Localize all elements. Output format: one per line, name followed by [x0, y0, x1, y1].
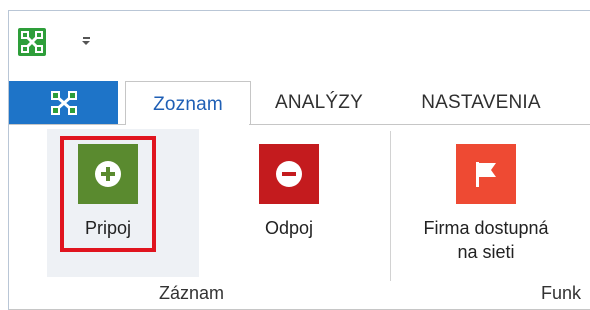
- tab-zoznam[interactable]: Zoznam: [125, 81, 251, 127]
- odpoj-tile: [259, 144, 319, 204]
- ribbon-panel: Pripoj Odpoj Firma dostupná na sieti Záz…: [9, 125, 590, 310]
- highlight-annotation: [60, 136, 156, 252]
- app-window: Zoznam ANALÝZY NASTAVENIA Pripoj Odpoj F…: [8, 10, 590, 310]
- chevron-down-icon: [82, 40, 90, 45]
- group-label-zaznam: Záznam: [159, 283, 225, 303]
- firma-label: Firma dostupná na sieti: [423, 216, 548, 264]
- odpoj-button[interactable]: Odpoj: [249, 144, 329, 240]
- firma-tile: [456, 144, 516, 204]
- tab-analyzy[interactable]: ANALÝZY: [259, 81, 379, 125]
- qat-bar-icon: [82, 37, 90, 39]
- network-nodes-icon: [50, 91, 77, 115]
- quick-access-dropdown[interactable]: [79, 33, 93, 49]
- tab-nastavenia[interactable]: NASTAVENIA: [401, 81, 561, 125]
- odpoj-label: Odpoj: [264, 218, 314, 238]
- group-separator: [390, 131, 391, 281]
- file-menu-button[interactable]: [9, 81, 118, 125]
- ribbon-tab-strip: Zoznam ANALÝZY NASTAVENIA: [9, 75, 590, 127]
- title-bar: [9, 11, 590, 75]
- group-label-funk: Funk: [541, 283, 582, 303]
- flag-icon: [476, 162, 496, 187]
- firma-label-line2: na sieti: [457, 242, 515, 262]
- firma-label-line1: Firma dostupná: [423, 218, 549, 238]
- network-nodes-icon[interactable]: [18, 28, 46, 56]
- minus-circle-icon: [276, 161, 302, 187]
- firma-dostupna-button[interactable]: Firma dostupná na sieti: [401, 144, 571, 264]
